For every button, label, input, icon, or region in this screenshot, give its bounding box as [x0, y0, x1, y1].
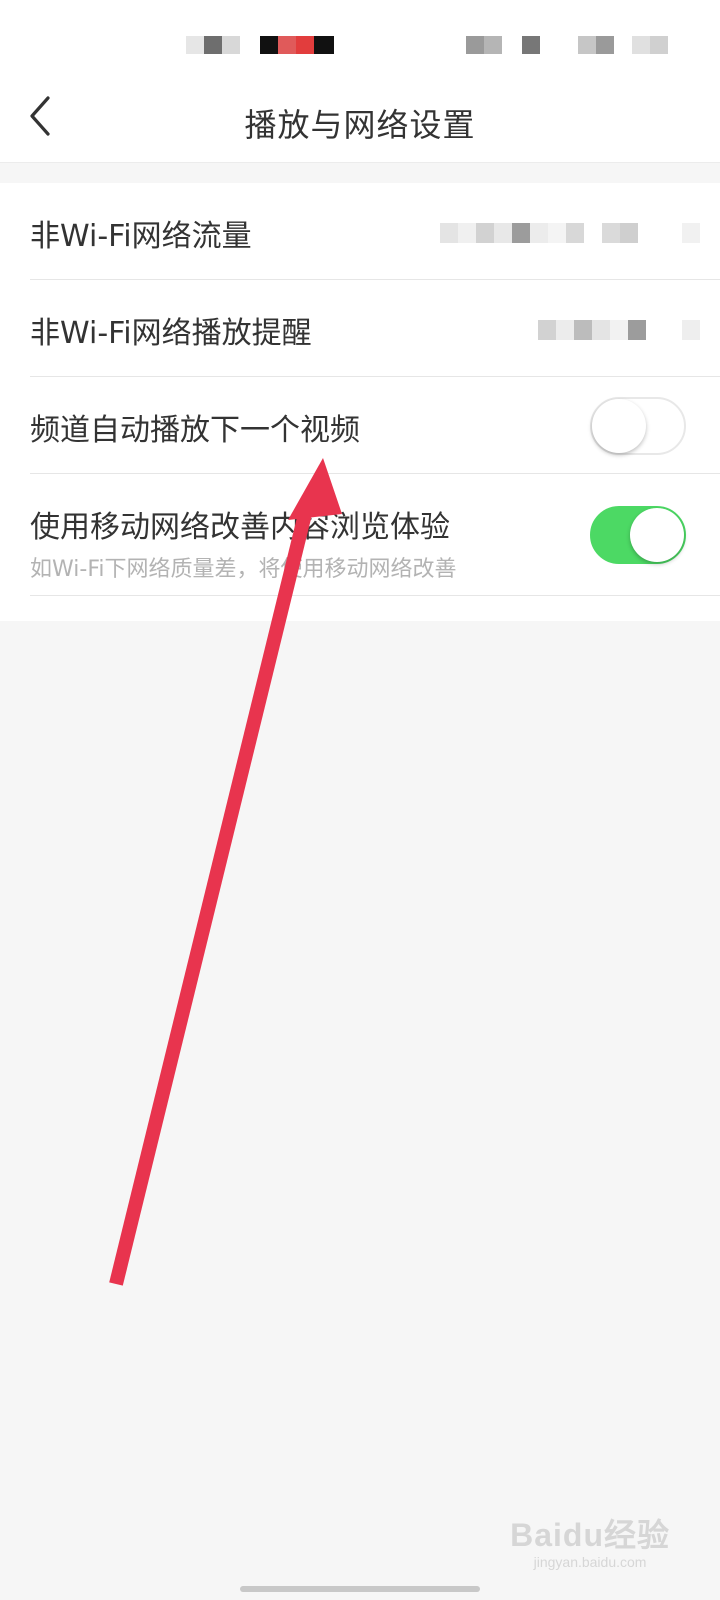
- mobile-network-improve-toggle[interactable]: [590, 506, 686, 564]
- setting-value-obscured: [440, 223, 700, 243]
- setting-row-non-wifi-play-reminder[interactable]: 非Wi-Fi网络播放提醒: [30, 280, 720, 377]
- setting-label: 使用移动网络改善内容浏览体验: [30, 510, 450, 545]
- watermark-url: jingyan.baidu.com: [533, 1554, 647, 1570]
- top-nav-bar: 播放与网络设置: [0, 80, 720, 163]
- status-bar-obscured-left: [186, 36, 240, 54]
- status-bar-obscured-center: [260, 36, 334, 54]
- baidu-watermark: Baidu经验 jingyan.baidu.com: [510, 1510, 670, 1570]
- setting-sublabel: 如Wi-Fi下网络质量差，将使用移动网络改善: [30, 557, 457, 582]
- setting-row-channel-autoplay-next: 频道自动播放下一个视频: [30, 377, 720, 474]
- toggle-knob: [592, 399, 646, 453]
- toggle-knob: [630, 508, 684, 562]
- autoplay-next-toggle[interactable]: [590, 397, 686, 455]
- settings-list: 非Wi-Fi网络流量 非Wi-Fi网络播放提醒 频道自动播放下一个视频 使用移动…: [0, 183, 720, 621]
- setting-row-mobile-network-improve: 使用移动网络改善内容浏览体验 如Wi-Fi下网络质量差，将使用移动网络改善: [30, 474, 720, 596]
- status-bar: [0, 0, 720, 80]
- page-title: 播放与网络设置: [244, 106, 476, 144]
- setting-row-non-wifi-data-usage[interactable]: 非Wi-Fi网络流量: [30, 183, 720, 280]
- setting-value-obscured: [538, 320, 700, 340]
- watermark-logo: Baidu经验: [510, 1517, 670, 1553]
- setting-label: 非Wi-Fi网络播放提醒: [30, 316, 312, 351]
- setting-label: 频道自动播放下一个视频: [30, 413, 360, 448]
- home-indicator[interactable]: [240, 1586, 480, 1592]
- status-bar-obscured-right: [466, 36, 668, 54]
- setting-label: 非Wi-Fi网络流量: [30, 219, 252, 254]
